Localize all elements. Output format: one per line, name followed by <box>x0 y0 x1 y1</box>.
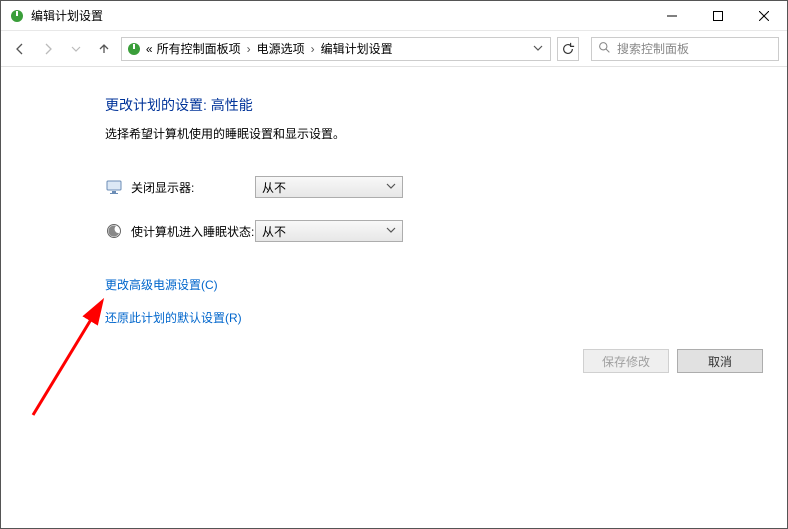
page-heading: 更改计划的设置: 高性能 <box>105 95 787 115</box>
search-box[interactable] <box>591 37 779 61</box>
cancel-button[interactable]: 取消 <box>677 349 763 373</box>
page-subtext: 选择希望计算机使用的睡眠设置和显示设置。 <box>105 125 787 142</box>
window-controls <box>649 1 787 30</box>
setting-label: 使计算机进入睡眠状态: <box>131 223 255 240</box>
sleep-dropdown[interactable]: 从不 <box>255 220 403 242</box>
monitor-icon <box>105 178 123 196</box>
moon-icon <box>105 222 123 240</box>
breadcrumb[interactable]: « 所有控制面板项 › 电源选项 › 编辑计划设置 <box>121 37 551 61</box>
restore-defaults-link[interactable]: 还原此计划的默认设置(R) <box>105 309 787 326</box>
annotation-arrow <box>23 297 113 417</box>
chevron-right-icon: › <box>245 42 253 56</box>
content-area: 更改计划的设置: 高性能 选择希望计算机使用的睡眠设置和显示设置。 关闭显示器:… <box>1 67 787 528</box>
setting-row-display-off: 关闭显示器: 从不 <box>105 176 787 198</box>
back-button[interactable] <box>9 37 31 61</box>
toolbar: « 所有控制面板项 › 电源选项 › 编辑计划设置 <box>1 31 787 67</box>
button-row: 保存修改 取消 <box>583 349 763 373</box>
up-button[interactable] <box>93 37 115 61</box>
breadcrumb-dropdown-icon[interactable] <box>530 42 546 56</box>
chevron-down-icon <box>386 180 396 194</box>
breadcrumb-item[interactable]: 编辑计划设置 <box>321 40 393 57</box>
dropdown-value: 从不 <box>262 179 286 196</box>
refresh-button[interactable] <box>557 37 579 61</box>
chevron-down-icon <box>386 224 396 238</box>
maximize-button[interactable] <box>695 1 741 30</box>
setting-row-sleep: 使计算机进入睡眠状态: 从不 <box>105 220 787 242</box>
search-icon <box>598 41 611 57</box>
titlebar: 编辑计划设置 <box>1 1 787 31</box>
forward-button[interactable] <box>37 37 59 61</box>
close-button[interactable] <box>741 1 787 30</box>
search-input[interactable] <box>617 42 772 56</box>
power-options-icon <box>9 8 25 24</box>
recent-dropdown-icon[interactable] <box>65 37 87 61</box>
power-options-icon <box>126 41 142 57</box>
display-off-dropdown[interactable]: 从不 <box>255 176 403 198</box>
breadcrumb-item[interactable]: 电源选项 <box>257 40 305 57</box>
breadcrumb-item[interactable]: 所有控制面板项 <box>157 40 241 57</box>
window-title: 编辑计划设置 <box>31 7 103 24</box>
links-block: 更改高级电源设置(C) 还原此计划的默认设置(R) <box>105 276 787 326</box>
setting-label: 关闭显示器: <box>131 179 255 196</box>
breadcrumb-prefix: « <box>146 42 153 56</box>
chevron-right-icon: › <box>309 42 317 56</box>
minimize-button[interactable] <box>649 1 695 30</box>
save-button[interactable]: 保存修改 <box>583 349 669 373</box>
dropdown-value: 从不 <box>262 223 286 240</box>
advanced-settings-link[interactable]: 更改高级电源设置(C) <box>105 276 787 293</box>
